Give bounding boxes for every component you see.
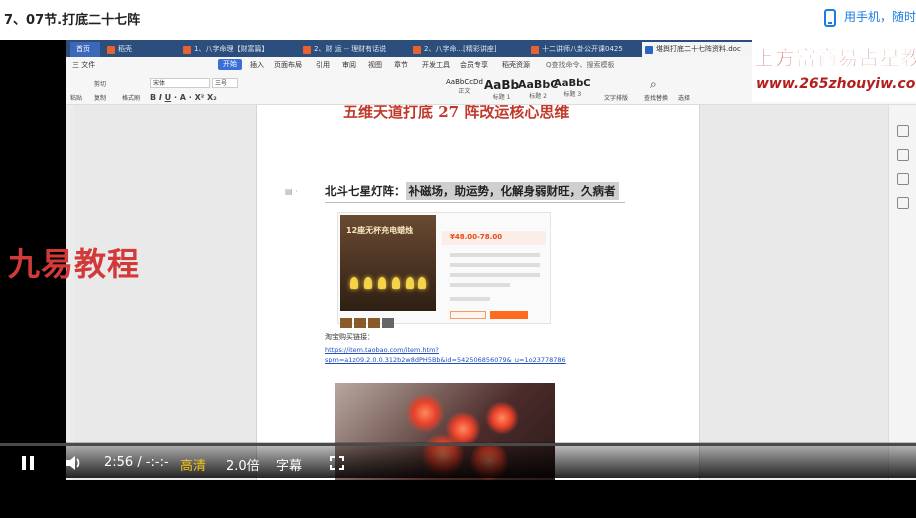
phone-link-label: 用手机，随时 <box>843 10 916 24</box>
wps-doc-icon <box>413 46 421 54</box>
phone-link[interactable]: 用手机，随时 <box>823 8 916 27</box>
product-option-row <box>450 253 540 257</box>
candle-icon <box>378 277 386 289</box>
wps-font-name: 宋体 <box>150 78 210 88</box>
fullscreen-icon[interactable] <box>330 456 344 470</box>
candle-icon <box>350 277 358 289</box>
wps-paste: 粘贴 <box>70 95 83 102</box>
product-photo-title: 12座无杯充电蜡烛 <box>346 226 414 235</box>
pause-button[interactable] <box>22 456 34 470</box>
progress-bar[interactable] <box>0 443 916 446</box>
candle-glow <box>405 393 445 433</box>
wps-style-h1: AaBb 标题 1 <box>484 78 520 101</box>
document-heading: 五维天道打底 27 阵改运核心思维 <box>343 105 570 121</box>
wps-style-h3: AaBbC 标题 3 <box>554 78 591 98</box>
wps-tab-doc4: 十二讲师八卦公开课0425 <box>528 42 640 57</box>
wps-tab-active-doc: 堪舆打底二十七阵资料.doc <box>642 42 752 57</box>
settings-icon <box>897 173 909 185</box>
product-price: ¥48.00-78.00 <box>450 233 503 241</box>
wps-tab-home: 首页 <box>70 42 100 57</box>
wps-menu-review: 审阅 <box>342 61 356 69</box>
wps-text-layout: 文字排版 <box>604 95 629 102</box>
brand-banner-url: www.265zhouyiw.com <box>756 76 916 92</box>
buy-now-button <box>450 311 486 319</box>
wps-menu-member: 会员专享 <box>460 61 488 69</box>
phone-icon <box>823 8 836 27</box>
wps-format-painter: 格式刷 <box>122 95 141 102</box>
watermark: 九易教程 <box>8 245 141 283</box>
video-frame: 首页 稻壳 1、八字命理【财富篇】 2、财 运 -- 理财有话说 2、八字命..… <box>66 40 916 480</box>
wps-menu-view: 视图 <box>368 61 382 69</box>
paragraph-highlight: 补磁场，助运势，化解身弱财旺，久病者 <box>405 182 619 200</box>
wps-command-search: Q查找命令、搜索模板 <box>546 61 615 69</box>
wps-menu-insert: 插入 <box>250 61 264 69</box>
taobao-link[interactable]: https://item.taobao.com/item.htm?spm=a1z… <box>325 345 665 365</box>
candle-icon <box>392 277 400 289</box>
wps-style-normal: AaBbCcDd 正文 <box>446 78 483 95</box>
candle-glow <box>485 401 519 435</box>
wps-style-h2: AaBbC 标题 2 <box>518 78 559 100</box>
speed-button[interactable]: 2.0倍 <box>226 455 260 474</box>
wps-tab-doc3: 2、八字命...[精彩讲座] <box>410 42 526 57</box>
page-title: 7、07节.打底二十七阵 <box>4 13 141 28</box>
wps-select: 选择 <box>678 95 691 102</box>
wps-menu-layout: 页面布局 <box>274 61 302 69</box>
wps-doc-icon <box>645 46 653 54</box>
volume-icon[interactable] <box>64 454 84 472</box>
candle-icon <box>364 277 372 289</box>
wps-menu-chapter: 章节 <box>394 61 408 69</box>
product-price-box: ¥48.00-78.00 <box>442 231 546 245</box>
wps-copy: 复制 <box>94 95 107 102</box>
cursor-icon <box>897 149 909 161</box>
quality-button[interactable]: 高清 <box>180 455 206 474</box>
product-photo: 12座无杯充电蜡烛 <box>340 215 436 311</box>
taobao-link-label: 淘宝购买链接： <box>325 333 374 341</box>
paragraph-lead: 北斗七星灯阵： <box>325 184 406 198</box>
search-icon: ⌕ <box>650 77 657 91</box>
wps-right-rail <box>888 105 916 480</box>
page-header: 7、07节.打底二十七阵 用手机，随时 <box>0 0 916 36</box>
time-display: 2:56 / -:-:- <box>104 455 169 470</box>
product-option-row <box>450 283 510 287</box>
wps-tab-doc1: 1、八字命理【财富篇】 <box>180 42 298 57</box>
candle-icon <box>418 277 426 289</box>
brand-banner-title: 上方富商易占星教程 <box>754 46 916 71</box>
wps-doc-icon <box>107 46 115 54</box>
left-ruler <box>66 105 74 480</box>
product-option-row <box>450 273 540 277</box>
share-icon <box>897 197 909 209</box>
product-screenshot: 12座无杯充电蜡烛 ¥48.00-78.00 <box>337 212 551 328</box>
add-to-cart-button <box>490 311 528 319</box>
wps-doc-icon <box>183 46 191 54</box>
document-paragraph: 北斗七星灯阵： 补磁场，助运势，化解身弱财旺，久病者 <box>325 182 619 200</box>
wps-cut: 剪切 <box>94 81 107 88</box>
wps-doc-icon <box>531 46 539 54</box>
wps-tab-daoke: 稻壳 <box>104 42 166 57</box>
wps-font-size: 三号 <box>212 78 238 88</box>
wps-doc-icon <box>303 46 311 54</box>
paragraph-underline <box>325 202 625 203</box>
document-page: 五维天道打底 27 阵改运核心思维 ▤ · 北斗七星灯阵： 补磁场，助运势，化解身… <box>256 105 700 480</box>
wps-menu-reference: 引用 <box>316 61 330 69</box>
product-quantity-row <box>450 297 490 301</box>
paragraph-handle-icon: ▤ · <box>285 187 298 196</box>
wps-find-replace: 查找替换 <box>644 95 669 102</box>
product-thumbnails <box>340 313 396 332</box>
edit-icon <box>897 125 909 137</box>
wps-menu-start: 开始 <box>218 59 242 70</box>
wps-menu-devtools: 开发工具 <box>422 61 450 69</box>
product-option-row <box>450 263 540 267</box>
wps-menu-resources: 稻壳资源 <box>502 61 530 69</box>
subtitle-button[interactable]: 字幕 <box>276 455 302 474</box>
brand-banner: 上方富商易占星教程 www.265zhouyiw.com <box>752 40 916 102</box>
candle-icon <box>406 277 414 289</box>
wps-tab-doc2: 2、财 运 -- 理财有话说 <box>300 42 408 57</box>
wps-format-buttons: B I U · A · X² X₂ <box>150 93 217 102</box>
wps-menu-file: 三 文件 <box>72 61 96 69</box>
